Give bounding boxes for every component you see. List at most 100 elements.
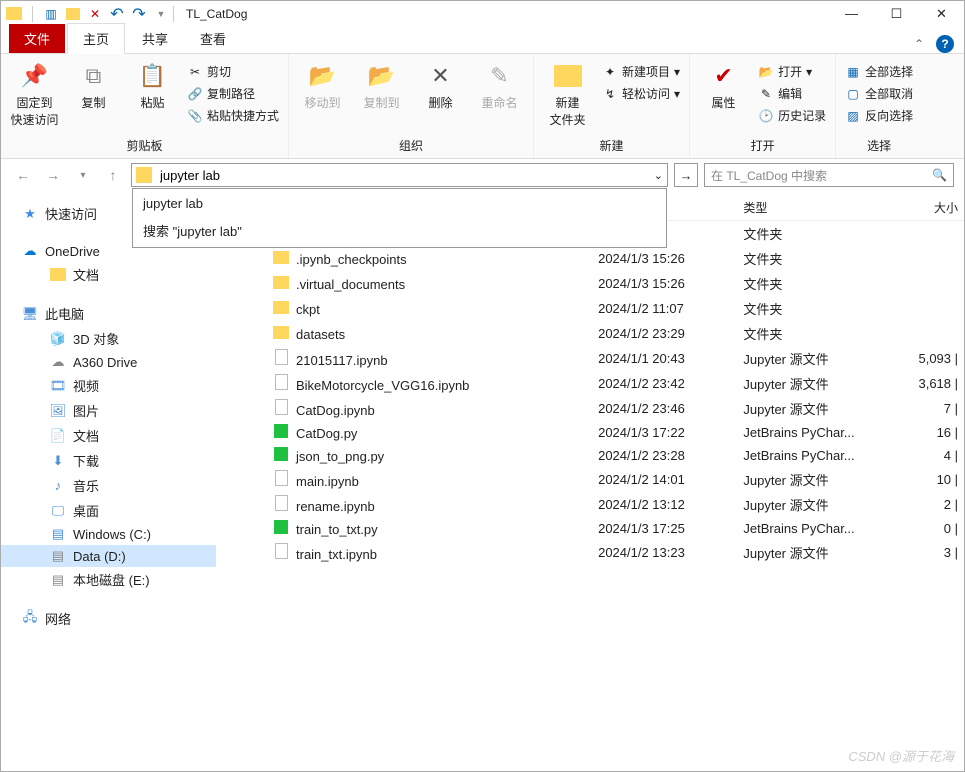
file-type-icon: [272, 301, 290, 314]
file-row[interactable]: 21015117.ipynb2024/1/1 20:43Jupyter 源文件5…: [216, 346, 964, 371]
maximize-button[interactable]: ☐: [874, 1, 919, 26]
pin-to-quickaccess-button[interactable]: 📌 固定到 快速访问: [7, 60, 62, 128]
paste-button[interactable]: 📋 粘贴: [125, 60, 180, 111]
file-type-icon: [272, 447, 290, 461]
ribbon-collapse-icon[interactable]: ⌃: [914, 37, 924, 51]
open-button[interactable]: 📂打开 ▾: [755, 62, 829, 81]
properties-icon[interactable]: ▥: [43, 6, 59, 22]
easy-access-button[interactable]: ↯轻松访问 ▾: [599, 84, 683, 103]
help-icon[interactable]: ?: [936, 35, 954, 53]
properties-button[interactable]: ✔属性: [696, 60, 751, 111]
copy-icon: ⧉: [78, 60, 110, 92]
select-all-button[interactable]: ▦全部选择: [842, 62, 916, 81]
close-button[interactable]: ✕: [919, 1, 964, 26]
invert-selection-button[interactable]: ▨反向选择: [842, 106, 916, 125]
tab-share[interactable]: 共享: [127, 24, 183, 53]
column-size[interactable]: 大小: [889, 199, 964, 216]
back-button[interactable]: ←: [11, 163, 35, 187]
file-list: 类型 大小 . 8:05 文件夹 .ipynb_checkpoints2024/…: [216, 191, 964, 771]
copy-to-button[interactable]: 📂复制到: [354, 60, 409, 111]
sidebar-network[interactable]: 🖧网络: [1, 606, 216, 631]
paste-shortcut-button[interactable]: 📎粘贴快捷方式: [184, 106, 282, 125]
folder-icon: [49, 267, 67, 283]
suggestion-item[interactable]: jupyter lab: [135, 191, 664, 216]
address-dropdown-icon[interactable]: ⌄: [654, 169, 663, 182]
qat-dropdown-icon[interactable]: ▼: [153, 6, 169, 22]
file-row[interactable]: json_to_png.py2024/1/2 23:28JetBrains Py…: [216, 444, 964, 467]
sidebar-documents[interactable]: 📄文档: [1, 423, 216, 448]
forward-button[interactable]: →: [41, 163, 65, 187]
ribbon-group-select: ▦全部选择 ▢全部取消 ▨反向选择 选择: [836, 54, 922, 158]
column-type[interactable]: 类型: [743, 199, 888, 216]
copy-button[interactable]: ⧉ 复制: [66, 60, 121, 111]
file-date: 2024/1/3 15:26: [598, 251, 743, 266]
sidebar-3d-objects[interactable]: 🧊3D 对象: [1, 326, 216, 351]
minimize-button[interactable]: —: [829, 1, 874, 26]
file-date: 2024/1/2 23:46: [598, 401, 743, 416]
sidebar-a360[interactable]: ☁A360 Drive: [1, 351, 216, 373]
refresh-button[interactable]: →: [674, 163, 698, 187]
file-name: datasets: [296, 327, 345, 342]
file-row[interactable]: train_txt.ipynb2024/1/2 13:23Jupyter 源文件…: [216, 540, 964, 565]
delete-button[interactable]: ✕删除: [413, 60, 468, 111]
file-name: BikeMotorcycle_VGG16.ipynb: [296, 378, 469, 393]
sidebar-drive-d[interactable]: ▤Data (D:): [1, 545, 216, 567]
sidebar-drive-c[interactable]: ▤Windows (C:): [1, 523, 216, 545]
new-folder-button[interactable]: 新建 文件夹: [540, 60, 595, 128]
file-date: 2024/1/2 14:01: [598, 472, 743, 487]
history-button[interactable]: 🕑历史记录: [755, 106, 829, 125]
file-row[interactable]: CatDog.py2024/1/3 17:22JetBrains PyChar.…: [216, 421, 964, 444]
file-row[interactable]: main.ipynb2024/1/2 14:01Jupyter 源文件10 |: [216, 467, 964, 492]
sidebar-desktop[interactable]: 🖵桌面: [1, 498, 216, 523]
tab-file[interactable]: 文件: [9, 24, 65, 53]
redo-icon[interactable]: ↷: [131, 6, 147, 22]
sidebar-this-pc[interactable]: 🖥此电脑: [1, 301, 216, 326]
file-row[interactable]: BikeMotorcycle_VGG16.ipynb2024/1/2 23:42…: [216, 371, 964, 396]
tab-view[interactable]: 查看: [185, 24, 241, 53]
delete-qat-icon[interactable]: ✕: [87, 6, 103, 22]
tab-home[interactable]: 主页: [67, 23, 125, 54]
cut-button[interactable]: ✂剪切: [184, 62, 282, 81]
rename-button[interactable]: ✎重命名: [472, 60, 527, 111]
edit-button[interactable]: ✎编辑: [755, 84, 829, 103]
new-item-button[interactable]: ✦新建项目 ▾: [599, 62, 683, 81]
suggestion-item[interactable]: 搜索 "jupyter lab": [135, 216, 664, 245]
watermark: CSDN @源于花海: [848, 746, 954, 765]
file-row[interactable]: train_to_txt.py2024/1/3 17:25JetBrains P…: [216, 517, 964, 540]
file-type-icon: [272, 399, 290, 415]
address-bar[interactable]: ⌄ jupyter lab 搜索 "jupyter lab": [131, 163, 668, 187]
copy-path-button[interactable]: 🔗复制路径: [184, 84, 282, 103]
new-folder-qat-icon[interactable]: [65, 6, 81, 22]
undo-icon[interactable]: ↶: [109, 6, 125, 22]
delete-icon: ✕: [425, 60, 457, 92]
sidebar-downloads[interactable]: ⬇下载: [1, 448, 216, 473]
file-row[interactable]: rename.ipynb2024/1/2 13:12Jupyter 源文件2 |: [216, 492, 964, 517]
file-row[interactable]: ckpt2024/1/2 11:07文件夹: [216, 296, 964, 321]
file-row[interactable]: .ipynb_checkpoints2024/1/3 15:26文件夹: [216, 246, 964, 271]
up-button[interactable]: ↑: [101, 163, 125, 187]
rename-icon: ✎: [484, 60, 516, 92]
sidebar-music[interactable]: ♪音乐: [1, 473, 216, 498]
window-title: TL_CatDog: [186, 7, 247, 21]
file-size: 3,618 |: [889, 376, 964, 391]
file-type-icon: [272, 349, 290, 365]
search-box[interactable]: 在 TL_CatDog 中搜索 🔍: [704, 163, 954, 187]
file-row[interactable]: CatDog.ipynb2024/1/2 23:46Jupyter 源文件7 |: [216, 396, 964, 421]
file-type-icon: [272, 326, 290, 339]
edit-icon: ✎: [758, 86, 774, 102]
desktop-icon: 🖵: [49, 503, 67, 519]
network-icon: 🖧: [21, 611, 39, 627]
sidebar-onedrive-docs[interactable]: 文档: [1, 262, 216, 287]
file-name: main.ipynb: [296, 474, 359, 489]
address-input[interactable]: [158, 167, 654, 184]
file-row[interactable]: datasets2024/1/2 23:29文件夹: [216, 321, 964, 346]
sidebar-pictures[interactable]: 🖼图片: [1, 398, 216, 423]
recent-locations-button[interactable]: ▾: [71, 163, 95, 187]
file-row[interactable]: .virtual_documents2024/1/3 15:26文件夹: [216, 271, 964, 296]
sidebar-videos[interactable]: 🎞视频: [1, 373, 216, 398]
file-date: 2024/1/2 11:07: [598, 301, 743, 316]
select-none-button[interactable]: ▢全部取消: [842, 84, 916, 103]
sidebar-drive-e[interactable]: ▤本地磁盘 (E:): [1, 567, 216, 592]
move-to-button[interactable]: 📂移动到: [295, 60, 350, 111]
file-name: rename.ipynb: [296, 499, 375, 514]
